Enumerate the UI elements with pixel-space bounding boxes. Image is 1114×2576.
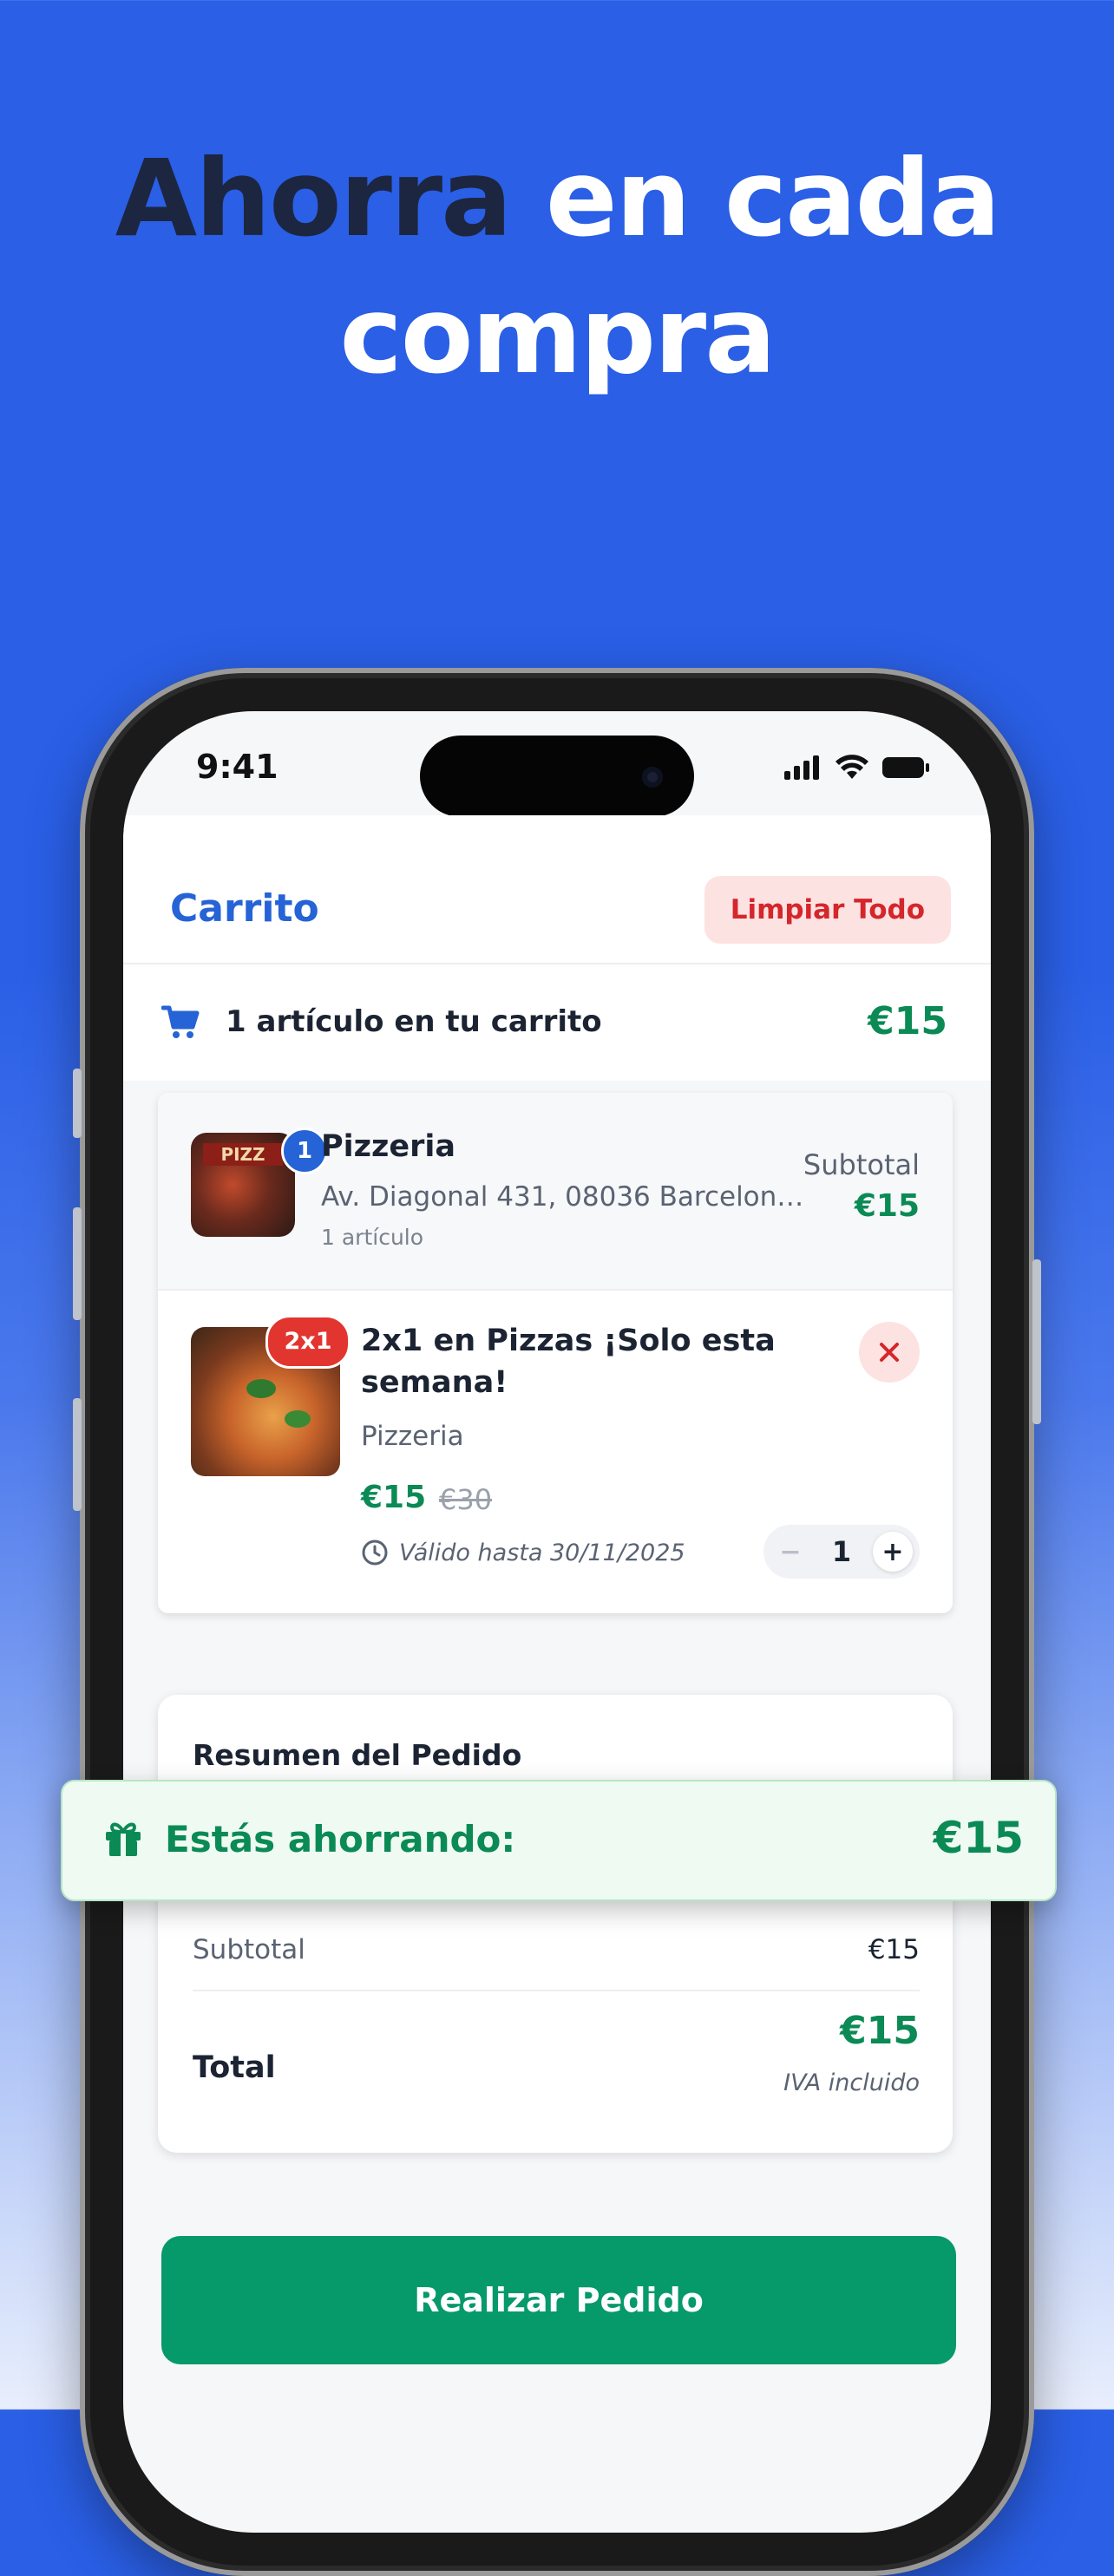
cart-item-count: 1 artículo en tu carrito xyxy=(226,1004,602,1039)
offer-title: 2x1 en Pizzas ¡Solo esta semana! xyxy=(361,1324,776,1400)
phone-action-button xyxy=(73,1069,82,1138)
summary-subtotal-value: €15 xyxy=(868,1934,920,1965)
summary-divider xyxy=(193,1990,920,1991)
place-order-button[interactable]: Realizar Pedido xyxy=(161,2236,956,2364)
decrease-quantity-button[interactable]: − xyxy=(770,1532,810,1572)
offer-badge: 2x1 xyxy=(265,1315,351,1369)
offer-store: Pizzeria xyxy=(361,1421,464,1452)
store-address: Av. Diagonal 431, 08036 Barcelona,... xyxy=(321,1181,807,1213)
battery-icon xyxy=(882,757,929,778)
clear-all-button[interactable]: Limpiar Todo xyxy=(704,876,951,944)
wifi-icon xyxy=(836,755,868,779)
status-time: 9:41 xyxy=(196,748,278,786)
basil-leaf-image xyxy=(285,1410,311,1428)
clock-icon xyxy=(362,1540,388,1566)
offer-price: €15 xyxy=(361,1480,427,1515)
headline-light-line-2: compra xyxy=(339,274,776,397)
cart-total: €15 xyxy=(868,999,947,1043)
gift-icon xyxy=(106,1822,141,1856)
savings-label: Estás ahorrando: xyxy=(165,1818,516,1860)
store-sign-image: PIZZ xyxy=(203,1143,283,1166)
status-icons xyxy=(784,755,930,781)
signal-icon xyxy=(784,755,819,780)
store-item-count: 1 artículo xyxy=(321,1225,424,1250)
store-subtotal-label: Subtotal xyxy=(803,1148,920,1181)
summary-total-value: €15 xyxy=(840,2009,920,2053)
remove-item-button[interactable] xyxy=(859,1322,920,1383)
headline-dark-word: Ahorra xyxy=(115,137,513,260)
cart-card: PIZZ 1 Pizzeria Av. Diagonal 431, 08036 … xyxy=(158,1093,953,1613)
savings-value: €15 xyxy=(933,1813,1024,1863)
summary-tax-note: IVA incluido xyxy=(783,2069,920,2096)
summary-subtotal-label: Subtotal xyxy=(193,1934,305,1965)
dynamic-island xyxy=(420,736,694,817)
app-header: Carrito Limpiar Todo xyxy=(123,815,991,964)
offer-validity-text: Válido hasta 30/11/2025 xyxy=(399,1539,685,1566)
cart-summary-bar: 1 artículo en tu carrito €15 xyxy=(123,964,991,1081)
store-thumbnail: PIZZ xyxy=(191,1133,295,1237)
savings-banner: Estás ahorrando: €15 xyxy=(61,1780,1057,1901)
basil-leaf-image xyxy=(246,1379,276,1398)
phone-screen: 9:41 Carrito Limpiar Todo 1 artículo en … xyxy=(123,711,991,2533)
order-summary-card: Resumen del Pedido Subtotal €15 Total €1… xyxy=(158,1695,953,2153)
quantity-stepper: − 1 + xyxy=(763,1525,920,1579)
summary-total-label: Total xyxy=(193,2050,276,2085)
phone-volume-down xyxy=(73,1398,82,1511)
page-title: Carrito xyxy=(170,886,319,931)
close-icon xyxy=(880,1343,899,1362)
camera-icon xyxy=(642,767,663,788)
quantity-value: 1 xyxy=(831,1535,852,1568)
phone-volume-up xyxy=(73,1207,82,1320)
increase-quantity-button[interactable]: + xyxy=(872,1532,913,1572)
store-row[interactable]: PIZZ 1 Pizzeria Av. Diagonal 431, 08036 … xyxy=(158,1093,953,1291)
headline-light-line-1: en cada xyxy=(545,137,1000,260)
store-name: Pizzeria xyxy=(321,1129,456,1164)
phone-power-button xyxy=(1032,1259,1041,1424)
store-subtotal-value: €15 xyxy=(854,1188,920,1224)
summary-title: Resumen del Pedido xyxy=(193,1738,522,1772)
offer-old-price: €30 xyxy=(439,1483,493,1516)
marketing-headline: Ahorra en cada compra xyxy=(0,130,1114,404)
offer-validity: Válido hasta 30/11/2025 xyxy=(361,1539,685,1566)
cart-icon xyxy=(161,1005,200,1038)
